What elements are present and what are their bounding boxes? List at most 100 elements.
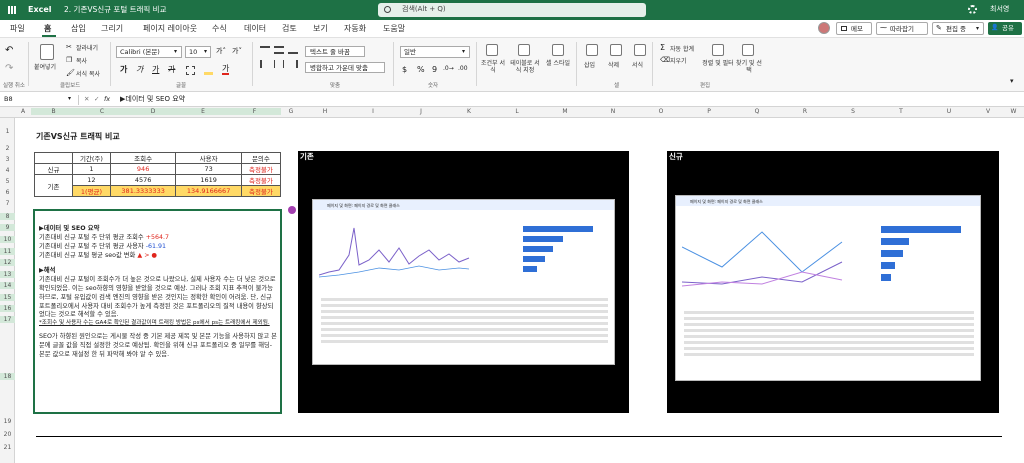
bold-icon[interactable]: 가	[120, 66, 127, 74]
table-cell[interactable]: 134.9166667	[175, 185, 242, 197]
search-box[interactable]: 검색(Alt + Q)	[378, 3, 646, 17]
column-header[interactable]: J	[397, 108, 445, 115]
font-color-icon[interactable]: 가	[222, 65, 230, 75]
column-header[interactable]: U	[925, 108, 973, 115]
column-header[interactable]: C	[76, 108, 128, 115]
follow-button[interactable]: ⁓ 따라잡기	[876, 22, 928, 35]
row-header[interactable]: 20	[0, 431, 15, 438]
table-cell[interactable]: 73	[175, 163, 242, 175]
row-header[interactable]: 1	[0, 128, 15, 135]
table-cell[interactable]: 12	[72, 174, 111, 186]
paste-icon[interactable]	[40, 44, 54, 60]
table-cell[interactable]: 4576	[109, 174, 177, 186]
row-label[interactable]: 기존	[34, 174, 73, 197]
italic-icon[interactable]: 가	[136, 66, 143, 74]
table-header-cell[interactable]: 문의수	[240, 152, 282, 164]
table-cell[interactable]: 측정불가	[240, 163, 282, 175]
user-name[interactable]: 최서영	[990, 6, 1009, 13]
formula-content[interactable]: ▶데이터 및 SEO 요약	[120, 96, 185, 103]
row-header[interactable]: 3	[0, 156, 15, 163]
document-title[interactable]: 2. 기존VS신규 포털 트래픽 비교	[64, 6, 166, 14]
autosum-button[interactable]: 자동 합계	[670, 46, 694, 53]
border-icon[interactable]	[186, 66, 195, 75]
name-box[interactable]: B8	[4, 96, 13, 103]
column-header[interactable]: D	[128, 108, 178, 115]
tab-file[interactable]: 파일	[10, 25, 25, 33]
number-format-select[interactable]: 일반 ▾	[400, 46, 470, 58]
column-header[interactable]: V	[973, 108, 1003, 115]
tab-automate[interactable]: 자동화	[344, 25, 366, 33]
format-cells-button[interactable]: 서식	[632, 62, 643, 69]
tab-insert[interactable]: 삽입	[71, 25, 86, 33]
align-left-icon[interactable]	[260, 60, 270, 68]
column-header[interactable]: I	[349, 108, 397, 115]
tab-page-layout[interactable]: 페이지 레이아웃	[143, 25, 197, 33]
row-header[interactable]: 14	[0, 282, 15, 289]
column-header[interactable]: N	[589, 108, 637, 115]
chevron-down-icon[interactable]: ▾	[68, 96, 71, 102]
row-header[interactable]: 13	[0, 271, 15, 278]
insert-cells-button[interactable]: 삽입	[584, 62, 595, 69]
sheet-title[interactable]: 기존VS신규 트래픽 비교	[36, 133, 120, 141]
row-header[interactable]: 9	[0, 224, 15, 231]
summary-cell[interactable]: ▶데이터 및 SEO 요약 기존대비 신규 포털 주 단위 평균 조회수 +56…	[33, 209, 282, 414]
column-header[interactable]: E	[178, 108, 228, 115]
row-header[interactable]: 16	[0, 305, 15, 312]
align-center-icon[interactable]	[274, 60, 284, 68]
memo-button[interactable]: 메모	[836, 22, 872, 35]
column-header[interactable]: G	[281, 108, 301, 115]
row-header[interactable]: 12	[0, 259, 15, 266]
row-header[interactable]: 21	[0, 444, 15, 451]
delete-cells-button[interactable]: 삭제	[608, 62, 619, 69]
font-size-select[interactable]: 10 ▾	[185, 46, 211, 58]
app-launcher-icon[interactable]	[8, 6, 16, 14]
column-header[interactable]: M	[541, 108, 589, 115]
tab-data[interactable]: 데이터	[244, 25, 266, 33]
table-cell[interactable]: 946	[109, 163, 177, 175]
column-header[interactable]: B	[31, 108, 76, 115]
merge-center-button[interactable]: 병합하고 가운데 맞춤	[305, 62, 385, 73]
tab-home[interactable]: 홈	[44, 25, 51, 33]
column-header[interactable]: T	[877, 108, 925, 115]
redo-icon[interactable]: ↷	[5, 64, 13, 74]
comma-icon[interactable]: 9	[432, 66, 437, 74]
column-header[interactable]: R	[781, 108, 829, 115]
align-top-icon[interactable]	[260, 46, 270, 54]
row-header[interactable]: 17	[0, 316, 15, 323]
strikethrough-icon[interactable]: 가	[168, 66, 175, 74]
row-header[interactable]: 6	[0, 189, 15, 196]
paste-button[interactable]: 붙여넣기	[34, 64, 56, 71]
avatar[interactable]	[818, 22, 830, 34]
edit-mode-button[interactable]: ✎ 편집 중 ▾	[932, 22, 984, 35]
column-header[interactable]: S	[829, 108, 877, 115]
cut-button[interactable]: 잘라내기	[76, 45, 98, 52]
underline-icon[interactable]: 가	[152, 66, 159, 74]
undo-icon[interactable]: ↶	[5, 46, 13, 56]
grow-font-icon[interactable]: 가˄	[216, 48, 226, 55]
copy-button[interactable]: 복사	[76, 58, 87, 65]
format-painter-button[interactable]: 서식 복사	[76, 71, 100, 78]
conditional-format-button[interactable]: 조건부 서식	[480, 60, 506, 74]
font-name-select[interactable]: Calibri (본문) ▾	[116, 46, 182, 58]
row-header[interactable]: 4	[0, 167, 15, 174]
table-header-cell[interactable]	[34, 152, 73, 164]
column-header[interactable]: O	[637, 108, 685, 115]
tab-draw[interactable]: 그리기	[101, 25, 123, 33]
table-cell[interactable]: 1	[72, 163, 111, 175]
column-header[interactable]: W	[1003, 108, 1024, 115]
column-header[interactable]: L	[493, 108, 541, 115]
row-header[interactable]: 8	[0, 213, 15, 220]
settings-icon[interactable]	[968, 5, 977, 14]
enter-icon[interactable]: ✓	[94, 96, 99, 103]
row-header[interactable]: 5	[0, 178, 15, 185]
wrap-text-button[interactable]: 텍스트 줄 바꿈	[305, 46, 365, 57]
tab-review[interactable]: 검토	[282, 25, 297, 33]
align-bottom-icon[interactable]	[288, 46, 298, 54]
table-format-button[interactable]: 테이블로 서식 지정	[508, 60, 542, 74]
column-header[interactable]: A	[15, 108, 31, 115]
fx-icon[interactable]: fx	[104, 96, 110, 103]
row-header[interactable]: 18	[0, 373, 15, 380]
find-select-button[interactable]: 찾기 및 선택	[734, 60, 764, 74]
row-header[interactable]: 10	[0, 236, 15, 243]
table-header-cell[interactable]: 조회수	[109, 152, 177, 164]
